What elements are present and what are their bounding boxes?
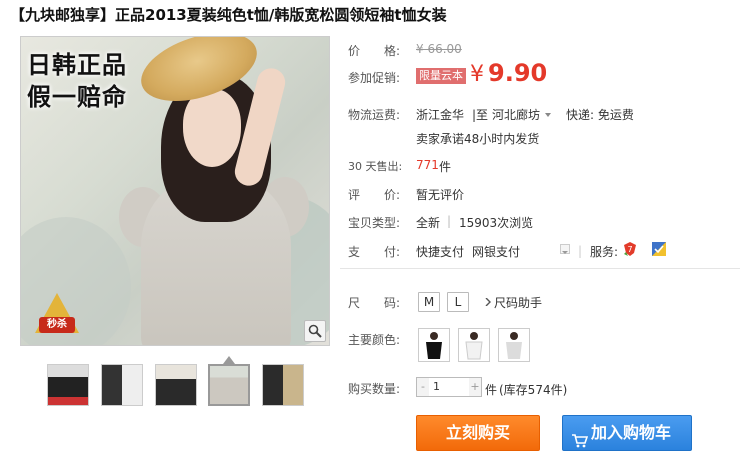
guarantee-icon[interactable] <box>652 242 666 259</box>
quantity-input[interactable]: 1 <box>429 378 469 396</box>
promo-label: 参加促销: <box>348 71 401 85</box>
price-label: 价 格: <box>348 44 401 58</box>
seven-day-return-icon[interactable]: 7 <box>622 241 638 260</box>
sales-label: 30 天售出: <box>348 160 403 173</box>
size-helper-link[interactable]: 尺码助手 <box>494 294 542 311</box>
promo-overlay-text: 日韩正品 假一赔命 <box>27 49 127 113</box>
size-option-l[interactable]: L <box>447 292 469 312</box>
quantity-unit: 件 <box>485 383 498 397</box>
ship-from: 浙江金华 <box>416 108 465 122</box>
size-label: 尺 码: <box>348 296 401 310</box>
service-divider: | <box>578 244 583 258</box>
promo-line-1: 日韩正品 <box>27 51 127 79</box>
service-label: 服务: <box>590 245 619 259</box>
ship-to-link[interactable]: 河北廊坊 <box>492 106 540 123</box>
promo-badge: 限量云本 <box>416 68 466 84</box>
flash-sale-tag: 秒杀 <box>31 285 83 339</box>
sales-count: 771 <box>416 158 439 172</box>
thumbnail-3[interactable] <box>155 364 197 406</box>
stock-count: (库存574件) <box>499 383 568 397</box>
section-divider <box>340 268 740 269</box>
payment-method-bank: 网银支付 <box>472 245 521 259</box>
thumbnail-2[interactable] <box>101 364 143 406</box>
review-value[interactable]: 暂无评价 <box>416 186 464 203</box>
thumbnail-4-selected[interactable] <box>208 364 250 406</box>
product-title: 【九块邮独享】正品2013夏装纯色t恤/韩版宽松圆领短袖t恤女装 <box>10 6 447 24</box>
color-option-white[interactable] <box>458 328 490 362</box>
yen-symbol: ¥ <box>470 62 484 87</box>
item-type-value: 全新 <box>416 216 441 230</box>
add-to-cart-label: 加入购物车 <box>591 423 672 442</box>
quantity-stepper[interactable]: - 1 + <box>416 377 482 397</box>
flash-sale-label: 秒杀 <box>39 317 75 333</box>
color-option-black[interactable] <box>418 328 450 362</box>
model-face <box>183 89 241 167</box>
promo-line-2: 假一赔命 <box>27 83 127 111</box>
promo-price: 9.90 <box>488 59 548 87</box>
zoom-icon[interactable] <box>304 320 326 342</box>
item-type-label: 宝贝类型: <box>348 216 401 230</box>
payment-label: 支 付: <box>348 245 401 259</box>
main-product-image[interactable]: 日韩正品 假一赔命 秒杀 <box>20 36 330 346</box>
thumbnail-1[interactable] <box>47 364 89 406</box>
quantity-label: 购买数量: <box>348 382 401 396</box>
color-label: 主要颜色: <box>348 333 401 347</box>
color-option-grey[interactable] <box>498 328 530 362</box>
shipping-promise: 卖家承诺48小时内发货 <box>416 132 540 146</box>
payment-method-quick: 快捷支付 <box>416 245 465 259</box>
quantity-increase-button[interactable]: + <box>469 378 481 396</box>
type-divider: | <box>447 214 452 228</box>
shipping-label: 物流运费: <box>348 108 401 122</box>
buy-now-button[interactable]: 立刻购买 <box>416 415 540 451</box>
payment-expand-icon[interactable] <box>560 244 570 254</box>
quantity-decrease-button[interactable]: - <box>417 378 429 396</box>
size-option-m[interactable]: M <box>418 292 440 312</box>
review-label: 评 价: <box>348 188 401 202</box>
ship-separator: |至 <box>472 108 489 122</box>
chevron-right-icon <box>485 295 491 309</box>
add-to-cart-button[interactable]: 加入购物车 <box>562 415 692 451</box>
thumbnail-5[interactable] <box>262 364 304 406</box>
cart-icon <box>572 426 589 460</box>
thumbnail-pointer-icon <box>223 356 235 364</box>
chevron-down-icon[interactable] <box>545 107 551 121</box>
sales-unit: 件 <box>439 160 452 174</box>
view-count: 15903次浏览 <box>459 216 534 230</box>
original-price: ¥ 66.00 <box>416 42 462 56</box>
express-fee: 快递: 免运费 <box>566 108 634 122</box>
svg-text:7: 7 <box>627 245 632 254</box>
